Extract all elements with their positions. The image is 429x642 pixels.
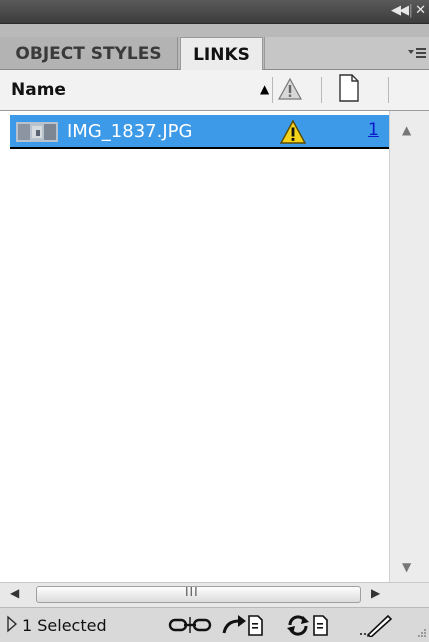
tab-object-styles[interactable]: OBJECT STYLES: [0, 37, 178, 69]
page-column-icon[interactable]: [338, 74, 360, 102]
expand-info-icon[interactable]: [6, 615, 18, 633]
horizontal-scrollbar[interactable]: ◀ III ▶: [0, 582, 429, 607]
link-row[interactable]: IMG_1837.JPG 1: [10, 115, 389, 149]
tab-bar: OBJECT STYLES LINKS: [0, 24, 429, 70]
warning-column-icon[interactable]: [277, 77, 303, 101]
tab-links[interactable]: LINKS: [180, 37, 263, 70]
column-header-row: Name ▲: [0, 70, 429, 111]
sort-ascending-icon[interactable]: ▲: [260, 82, 269, 96]
resize-grip-icon[interactable]: [413, 626, 427, 640]
vertical-scrollbar[interactable]: ▲ ▼: [389, 111, 429, 582]
close-panel-icon[interactable]: ✕: [415, 3, 426, 19]
warning-icon[interactable]: [279, 119, 307, 145]
go-to-link-icon[interactable]: [221, 613, 265, 637]
scroll-left-icon[interactable]: ◀: [10, 586, 19, 600]
relink-icon[interactable]: [168, 613, 214, 637]
collapse-panel-icon[interactable]: ◀◀: [391, 3, 409, 19]
update-link-icon[interactable]: [285, 613, 331, 637]
tab-bar-filler: [264, 37, 429, 69]
image-thumbnail-icon: [16, 122, 58, 142]
panel-title-bar: ◀◀ | ✕: [0, 0, 429, 24]
scrollbar-thumb[interactable]: III: [36, 585, 361, 603]
scroll-up-icon[interactable]: ▲: [402, 123, 411, 137]
column-divider: [272, 77, 273, 103]
link-page-number[interactable]: 1: [368, 120, 379, 140]
column-divider: [388, 77, 389, 103]
edit-original-icon[interactable]: [358, 613, 394, 637]
link-name: IMG_1837.JPG: [67, 121, 193, 142]
title-separator: |: [408, 3, 413, 18]
column-divider: [321, 77, 322, 103]
column-header-name[interactable]: Name: [11, 80, 66, 100]
panel-menu-icon[interactable]: [408, 46, 426, 63]
scroll-right-icon[interactable]: ▶: [371, 586, 380, 600]
links-list: IMG_1837.JPG 1: [0, 111, 389, 582]
scrollbar-grip-icon: III: [185, 585, 199, 599]
status-bar: 1 Selected: [0, 607, 429, 642]
selection-status: 1 Selected: [22, 616, 107, 635]
scroll-down-icon[interactable]: ▼: [402, 560, 411, 574]
